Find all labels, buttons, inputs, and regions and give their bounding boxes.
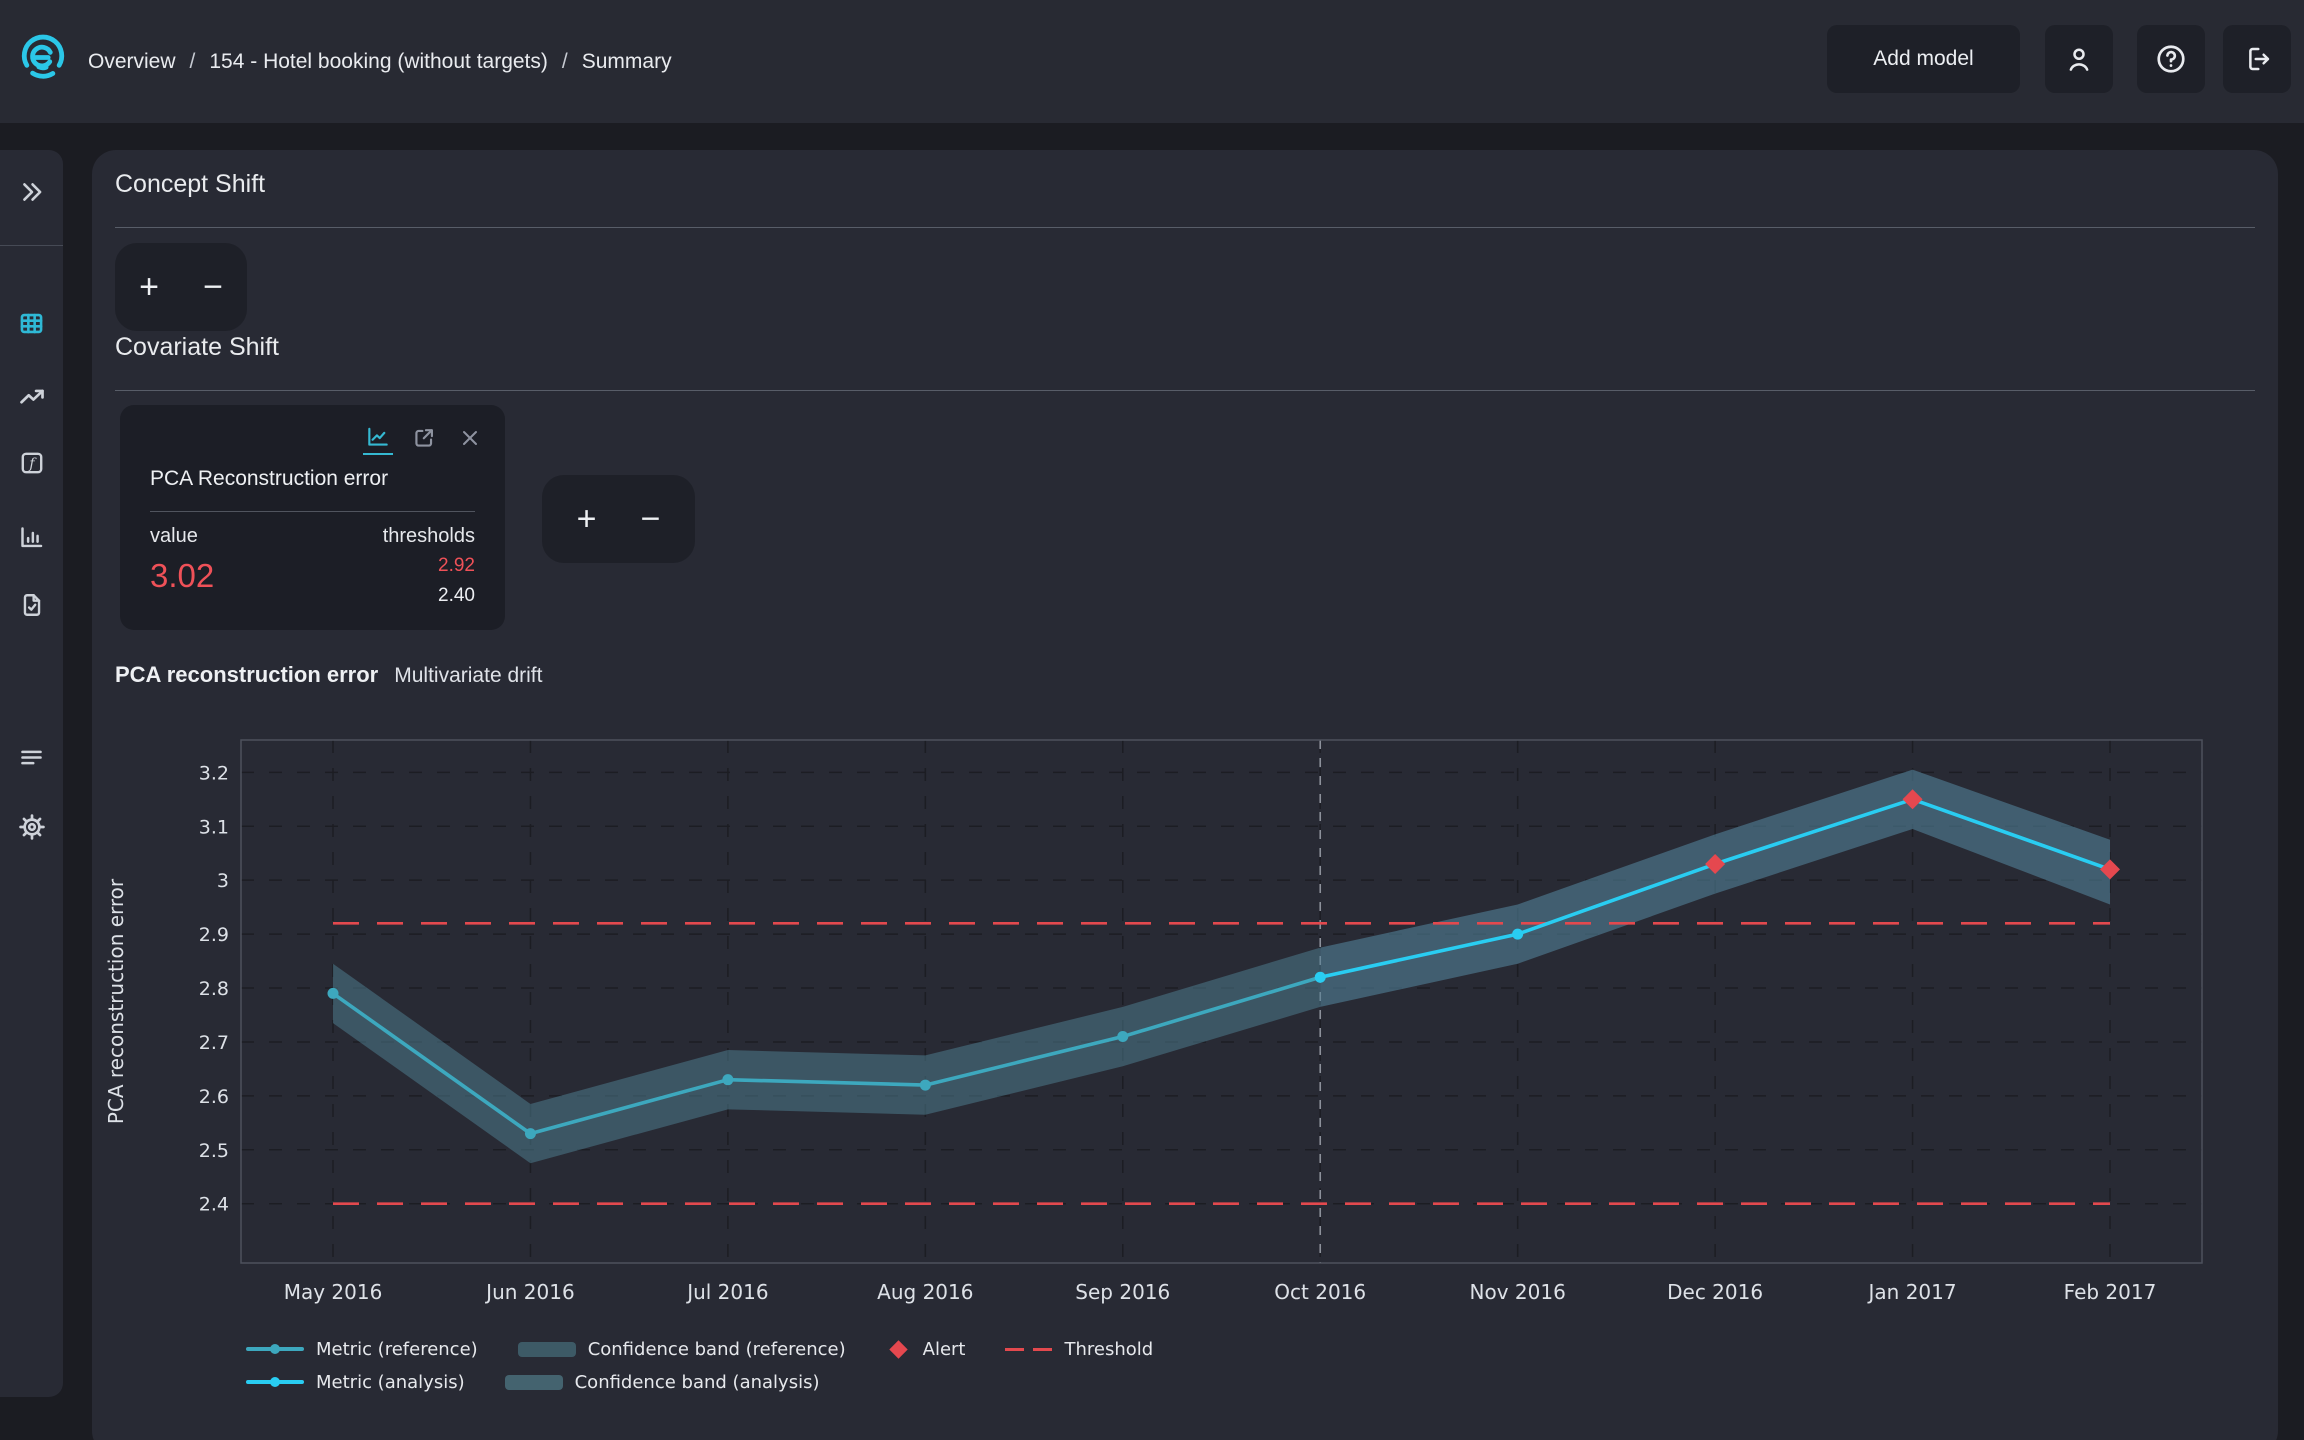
band-swatch-analysis [505,1375,563,1390]
sidebar-nav: f [0,150,63,1397]
top-bar: Overview / 154 - Hotel booking (without … [0,0,2304,123]
zoom-in-button[interactable]: + [559,487,615,551]
close-icon[interactable] [455,421,485,455]
threshold-dash-marker [1005,1348,1052,1351]
user-icon [2064,44,2094,74]
table-grid-icon [18,310,45,337]
chart-title: PCA reconstruction error [115,662,378,688]
logout-button[interactable] [2223,25,2291,93]
breadcrumb-item-model[interactable]: 154 - Hotel booking (without targets) [209,50,548,74]
user-button[interactable] [2045,25,2113,93]
sidebar-item-functions[interactable]: f [0,437,63,489]
trending-up-icon [18,383,46,411]
sidebar-item-performance[interactable] [0,371,63,423]
breadcrumb-item-summary: Summary [582,50,672,74]
list-lines-icon [18,744,45,771]
concept-shift-heading: Concept Shift [115,170,265,199]
zoom-out-button[interactable]: − [623,487,679,551]
alert-diamond-marker [889,1340,907,1358]
function-square-icon: f [19,450,45,476]
zoom-in-button[interactable]: + [121,255,177,319]
breadcrumb: Overview / 154 - Hotel booking (without … [88,0,672,123]
metric-card-title: PCA Reconstruction error [150,467,388,491]
card-divider [150,511,475,512]
covariate-shift-heading: Covariate Shift [115,333,279,362]
line-marker-reference [246,1347,304,1351]
gear-icon [18,813,46,841]
thresholds-label: thresholds [383,525,475,548]
chart-header: PCA reconstruction error Multivariate dr… [115,662,542,688]
legend-metric-analysis[interactable]: Metric (analysis) [246,1369,465,1395]
chart-legend: Metric (reference) Confidence band (refe… [246,1336,1153,1395]
value-label: value [150,525,198,548]
breadcrumb-item-overview[interactable]: Overview [88,50,176,74]
svg-text:f: f [28,456,37,472]
nannyml-logo[interactable] [18,32,68,82]
zoom-out-button[interactable]: − [185,255,241,319]
main-content-panel [92,150,2278,1440]
sidebar-divider [0,245,63,246]
logout-icon [2242,44,2272,74]
sidebar-item-logs[interactable] [0,731,63,783]
sidebar-item-analytics[interactable] [0,511,63,563]
file-check-icon [19,592,45,618]
threshold-upper-value: 2.92 [438,555,475,577]
sidebar-collapse-button[interactable] [0,166,63,218]
covariate-shift-zoom-controls: + − [542,475,695,563]
section-divider [115,227,2255,228]
breadcrumb-separator: / [562,50,568,74]
breadcrumb-separator: / [190,50,196,74]
chevrons-right-icon [19,179,45,205]
threshold-lower-value: 2.40 [438,585,475,607]
external-link-icon[interactable] [409,421,439,455]
add-model-button[interactable]: Add model [1827,25,2020,93]
line-marker-analysis [246,1380,304,1384]
metric-value: 3.02 [150,557,214,595]
legend-alert[interactable]: Alert [886,1336,966,1362]
help-icon [2155,43,2187,75]
band-swatch-reference [518,1342,576,1357]
sidebar-item-settings[interactable] [0,801,63,853]
bar-chart-icon [18,524,45,551]
help-button[interactable] [2137,25,2205,93]
section-divider [115,390,2255,391]
sidebar-item-datasets[interactable] [0,297,63,349]
concept-shift-zoom-controls: + − [115,243,247,331]
chart-subtitle: Multivariate drift [394,664,542,688]
legend-metric-reference[interactable]: Metric (reference) [246,1336,478,1362]
legend-band-reference[interactable]: Confidence band (reference) [518,1336,846,1362]
sidebar-item-reports[interactable] [0,579,63,631]
line-chart-tab-icon[interactable] [363,421,393,455]
legend-threshold[interactable]: Threshold [1005,1336,1153,1362]
pca-metric-card: PCA Reconstruction error value threshold… [120,405,505,630]
legend-band-analysis[interactable]: Confidence band (analysis) [505,1369,820,1395]
